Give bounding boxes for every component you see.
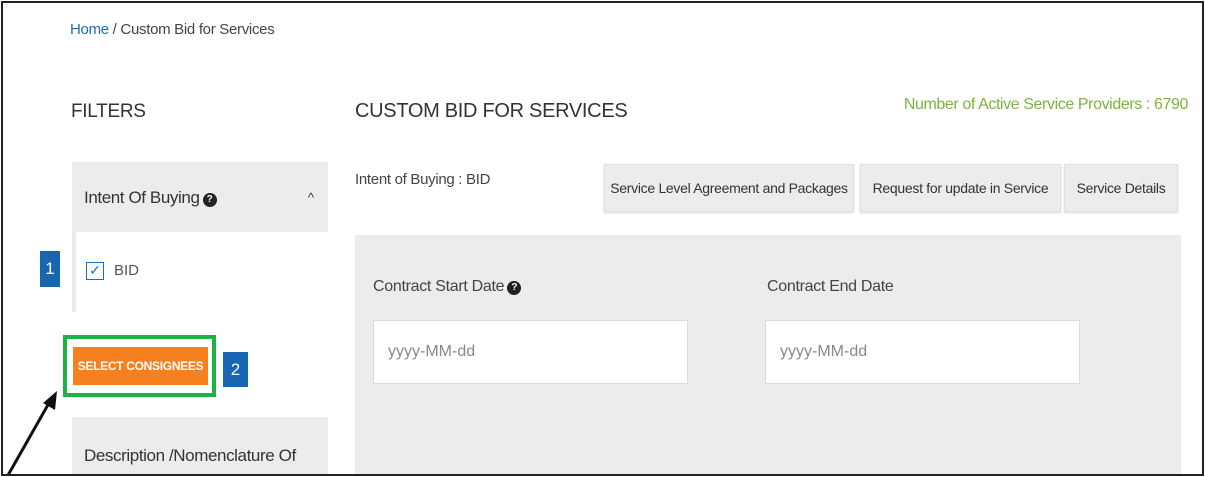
step-badge-1: 1 bbox=[40, 251, 60, 287]
tab-service-level-agreement[interactable]: Service Level Agreement and Packages bbox=[604, 164, 854, 212]
contract-end-date-label: Contract End Date bbox=[767, 278, 894, 295]
tab-request-update[interactable]: Request for update in Service bbox=[860, 164, 1061, 212]
filters-title: FILTERS bbox=[71, 101, 146, 122]
intent-filter-body bbox=[72, 232, 76, 312]
contract-dates-panel: Contract Start Date? Contract End Date bbox=[355, 235, 1181, 474]
breadcrumb-separator: / bbox=[108, 21, 121, 38]
intent-of-buying-label: Intent Of Buying? bbox=[84, 188, 217, 208]
intent-of-buying-filter-header[interactable]: Intent Of Buying? ^ bbox=[72, 162, 328, 232]
page-frame: Home / Custom Bid for Services FILTERS I… bbox=[1, 1, 1204, 476]
help-icon[interactable]: ? bbox=[507, 281, 522, 295]
intent-of-buying-value: Intent of Buying : BID bbox=[355, 171, 491, 188]
tab-service-details[interactable]: Service Details bbox=[1064, 164, 1178, 212]
contract-start-date-label: Contract Start Date? bbox=[373, 278, 522, 296]
breadcrumb-current: Custom Bid for Services bbox=[120, 21, 275, 38]
bid-checkbox-label: BID bbox=[114, 262, 140, 279]
description-filter-label: Description /Nomenclature Of bbox=[84, 446, 296, 465]
bid-checkbox[interactable]: ✓ bbox=[86, 262, 104, 280]
description-filter-header[interactable]: Description /Nomenclature Of bbox=[72, 417, 328, 474]
select-consignees-button[interactable]: SELECT CONSIGNEES bbox=[73, 347, 208, 385]
chevron-up-icon[interactable]: ^ bbox=[308, 190, 314, 205]
page-title: CUSTOM BID FOR SERVICES bbox=[355, 100, 628, 122]
active-providers-count: Number of Active Service Providers : 679… bbox=[903, 96, 1189, 113]
help-icon[interactable]: ? bbox=[202, 193, 217, 207]
pointer-arrow-icon bbox=[6, 391, 57, 474]
breadcrumb: Home / Custom Bid for Services bbox=[70, 21, 275, 38]
step-badge-2: 2 bbox=[223, 352, 248, 387]
breadcrumb-home-link[interactable]: Home bbox=[70, 21, 109, 38]
contract-end-date-input[interactable] bbox=[765, 320, 1080, 384]
contract-start-date-input[interactable] bbox=[373, 320, 688, 384]
